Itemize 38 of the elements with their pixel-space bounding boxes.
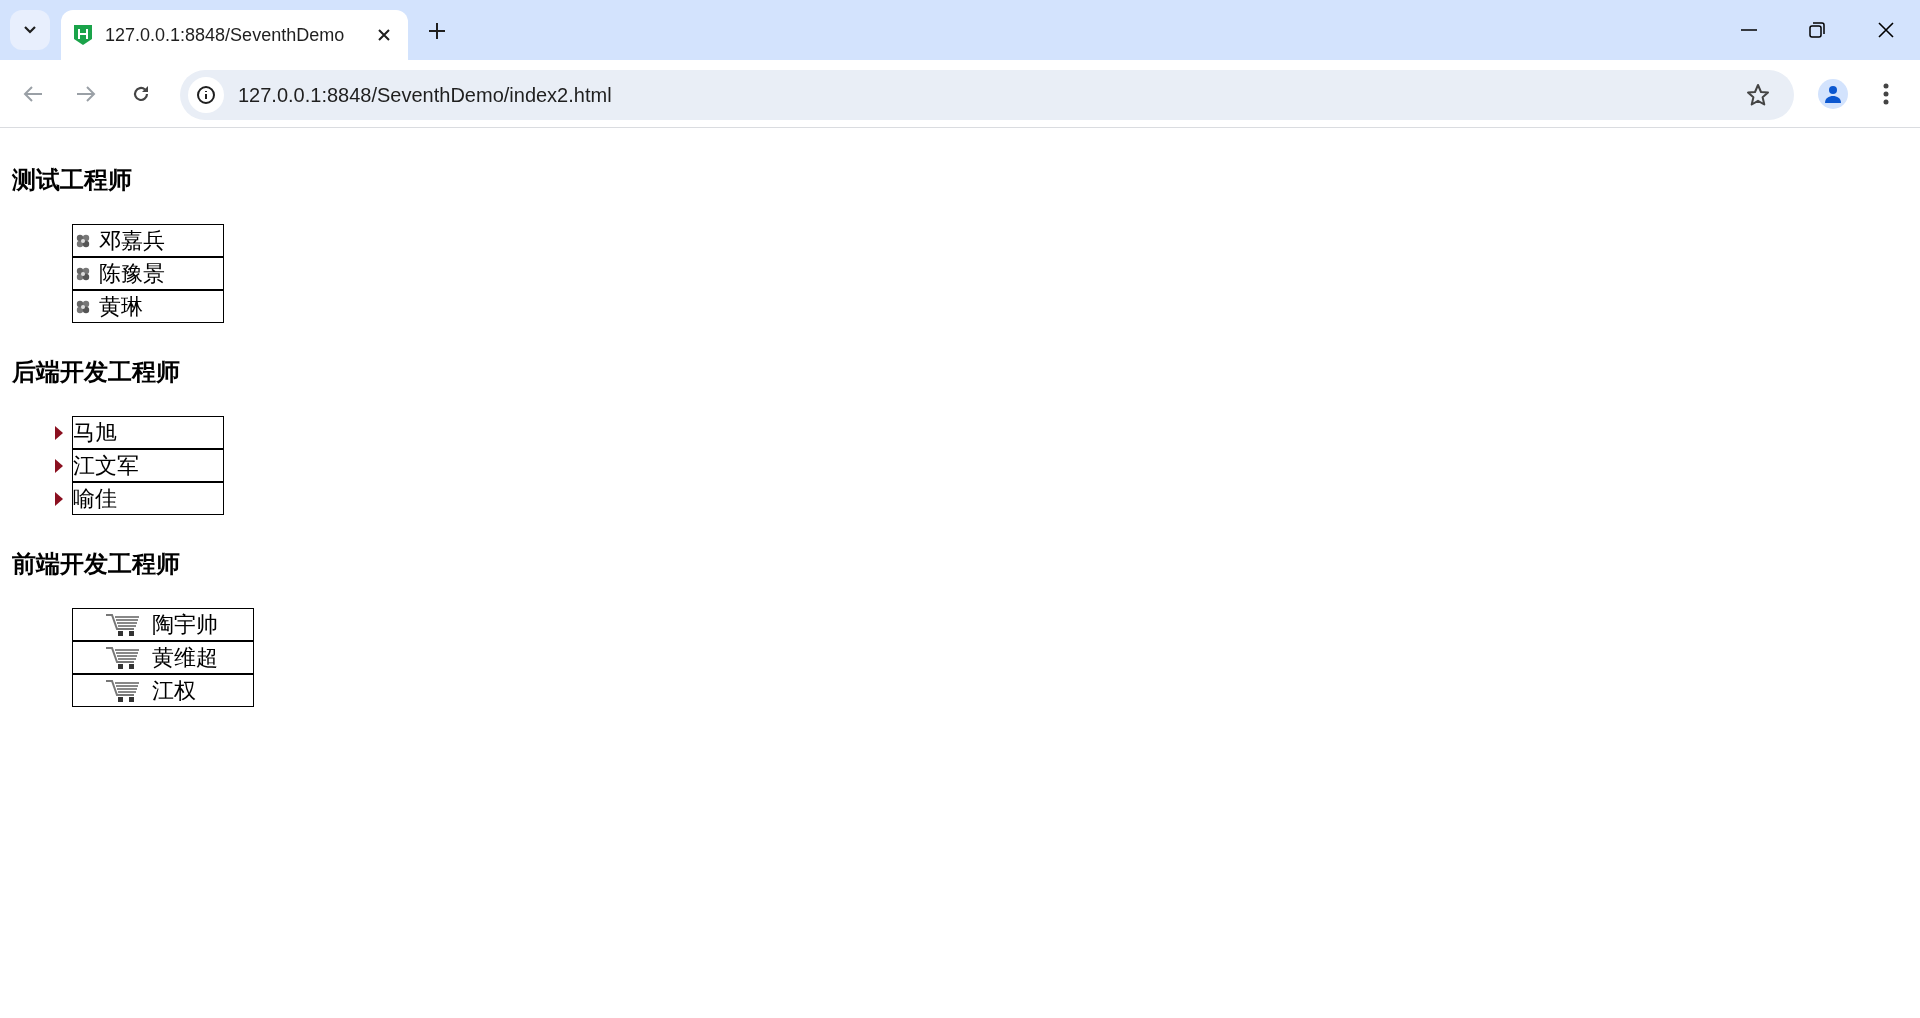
restore-icon[interactable] bbox=[1809, 22, 1825, 38]
triangle-bullet-icon bbox=[55, 426, 63, 440]
close-icon[interactable] bbox=[1878, 22, 1894, 38]
section-heading: 测试工程师 bbox=[12, 165, 133, 195]
profile-avatar-icon[interactable] bbox=[1818, 79, 1848, 109]
list-item-text: 邓嘉兵 bbox=[99, 226, 165, 255]
forward-arrow-icon[interactable] bbox=[76, 85, 96, 103]
tab-title: 127.0.0.1:8848/SeventhDemo bbox=[105, 23, 346, 47]
new-tab-icon[interactable] bbox=[428, 22, 446, 40]
browser-tab[interactable]: 127.0.0.1:8848/SeventhDemo bbox=[61, 10, 408, 60]
close-icon[interactable] bbox=[377, 28, 391, 42]
cart-icon bbox=[106, 645, 140, 670]
url-text: 127.0.0.1:8848/SeventhDemo/index2.html bbox=[238, 83, 612, 108]
triangle-bullet-icon bbox=[55, 459, 63, 473]
section-heading: 前端开发工程师 bbox=[12, 549, 181, 579]
list-item-text: 陶宇帅 bbox=[152, 610, 218, 639]
list-item-text: 陈豫景 bbox=[99, 259, 165, 288]
list-item-text: 江文军 bbox=[73, 451, 139, 480]
back-arrow-icon[interactable] bbox=[23, 85, 43, 103]
reload-icon[interactable] bbox=[131, 84, 151, 104]
list-item-text: 黄琳 bbox=[99, 292, 143, 321]
address-bar[interactable]: 127.0.0.1:8848/SeventhDemo/index2.html bbox=[180, 70, 1794, 120]
cart-icon bbox=[106, 678, 140, 703]
flower-bullet-icon bbox=[75, 265, 91, 282]
list-item-text: 黄维超 bbox=[152, 643, 218, 672]
triangle-bullet-icon bbox=[55, 492, 63, 506]
star-icon[interactable] bbox=[1746, 83, 1770, 107]
section-heading: 后端开发工程师 bbox=[12, 357, 181, 387]
site-favicon-icon bbox=[73, 24, 93, 46]
list-item-text: 马旭 bbox=[73, 418, 117, 447]
chevron-down-icon bbox=[23, 25, 37, 35]
flower-bullet-icon bbox=[75, 232, 91, 249]
list-item-text: 喻佳 bbox=[73, 484, 117, 513]
flower-bullet-icon bbox=[75, 298, 91, 315]
more-menu-icon[interactable] bbox=[1883, 83, 1889, 105]
cart-icon bbox=[106, 612, 140, 637]
site-info-icon[interactable] bbox=[188, 77, 224, 113]
list-item-text: 江权 bbox=[152, 676, 196, 705]
